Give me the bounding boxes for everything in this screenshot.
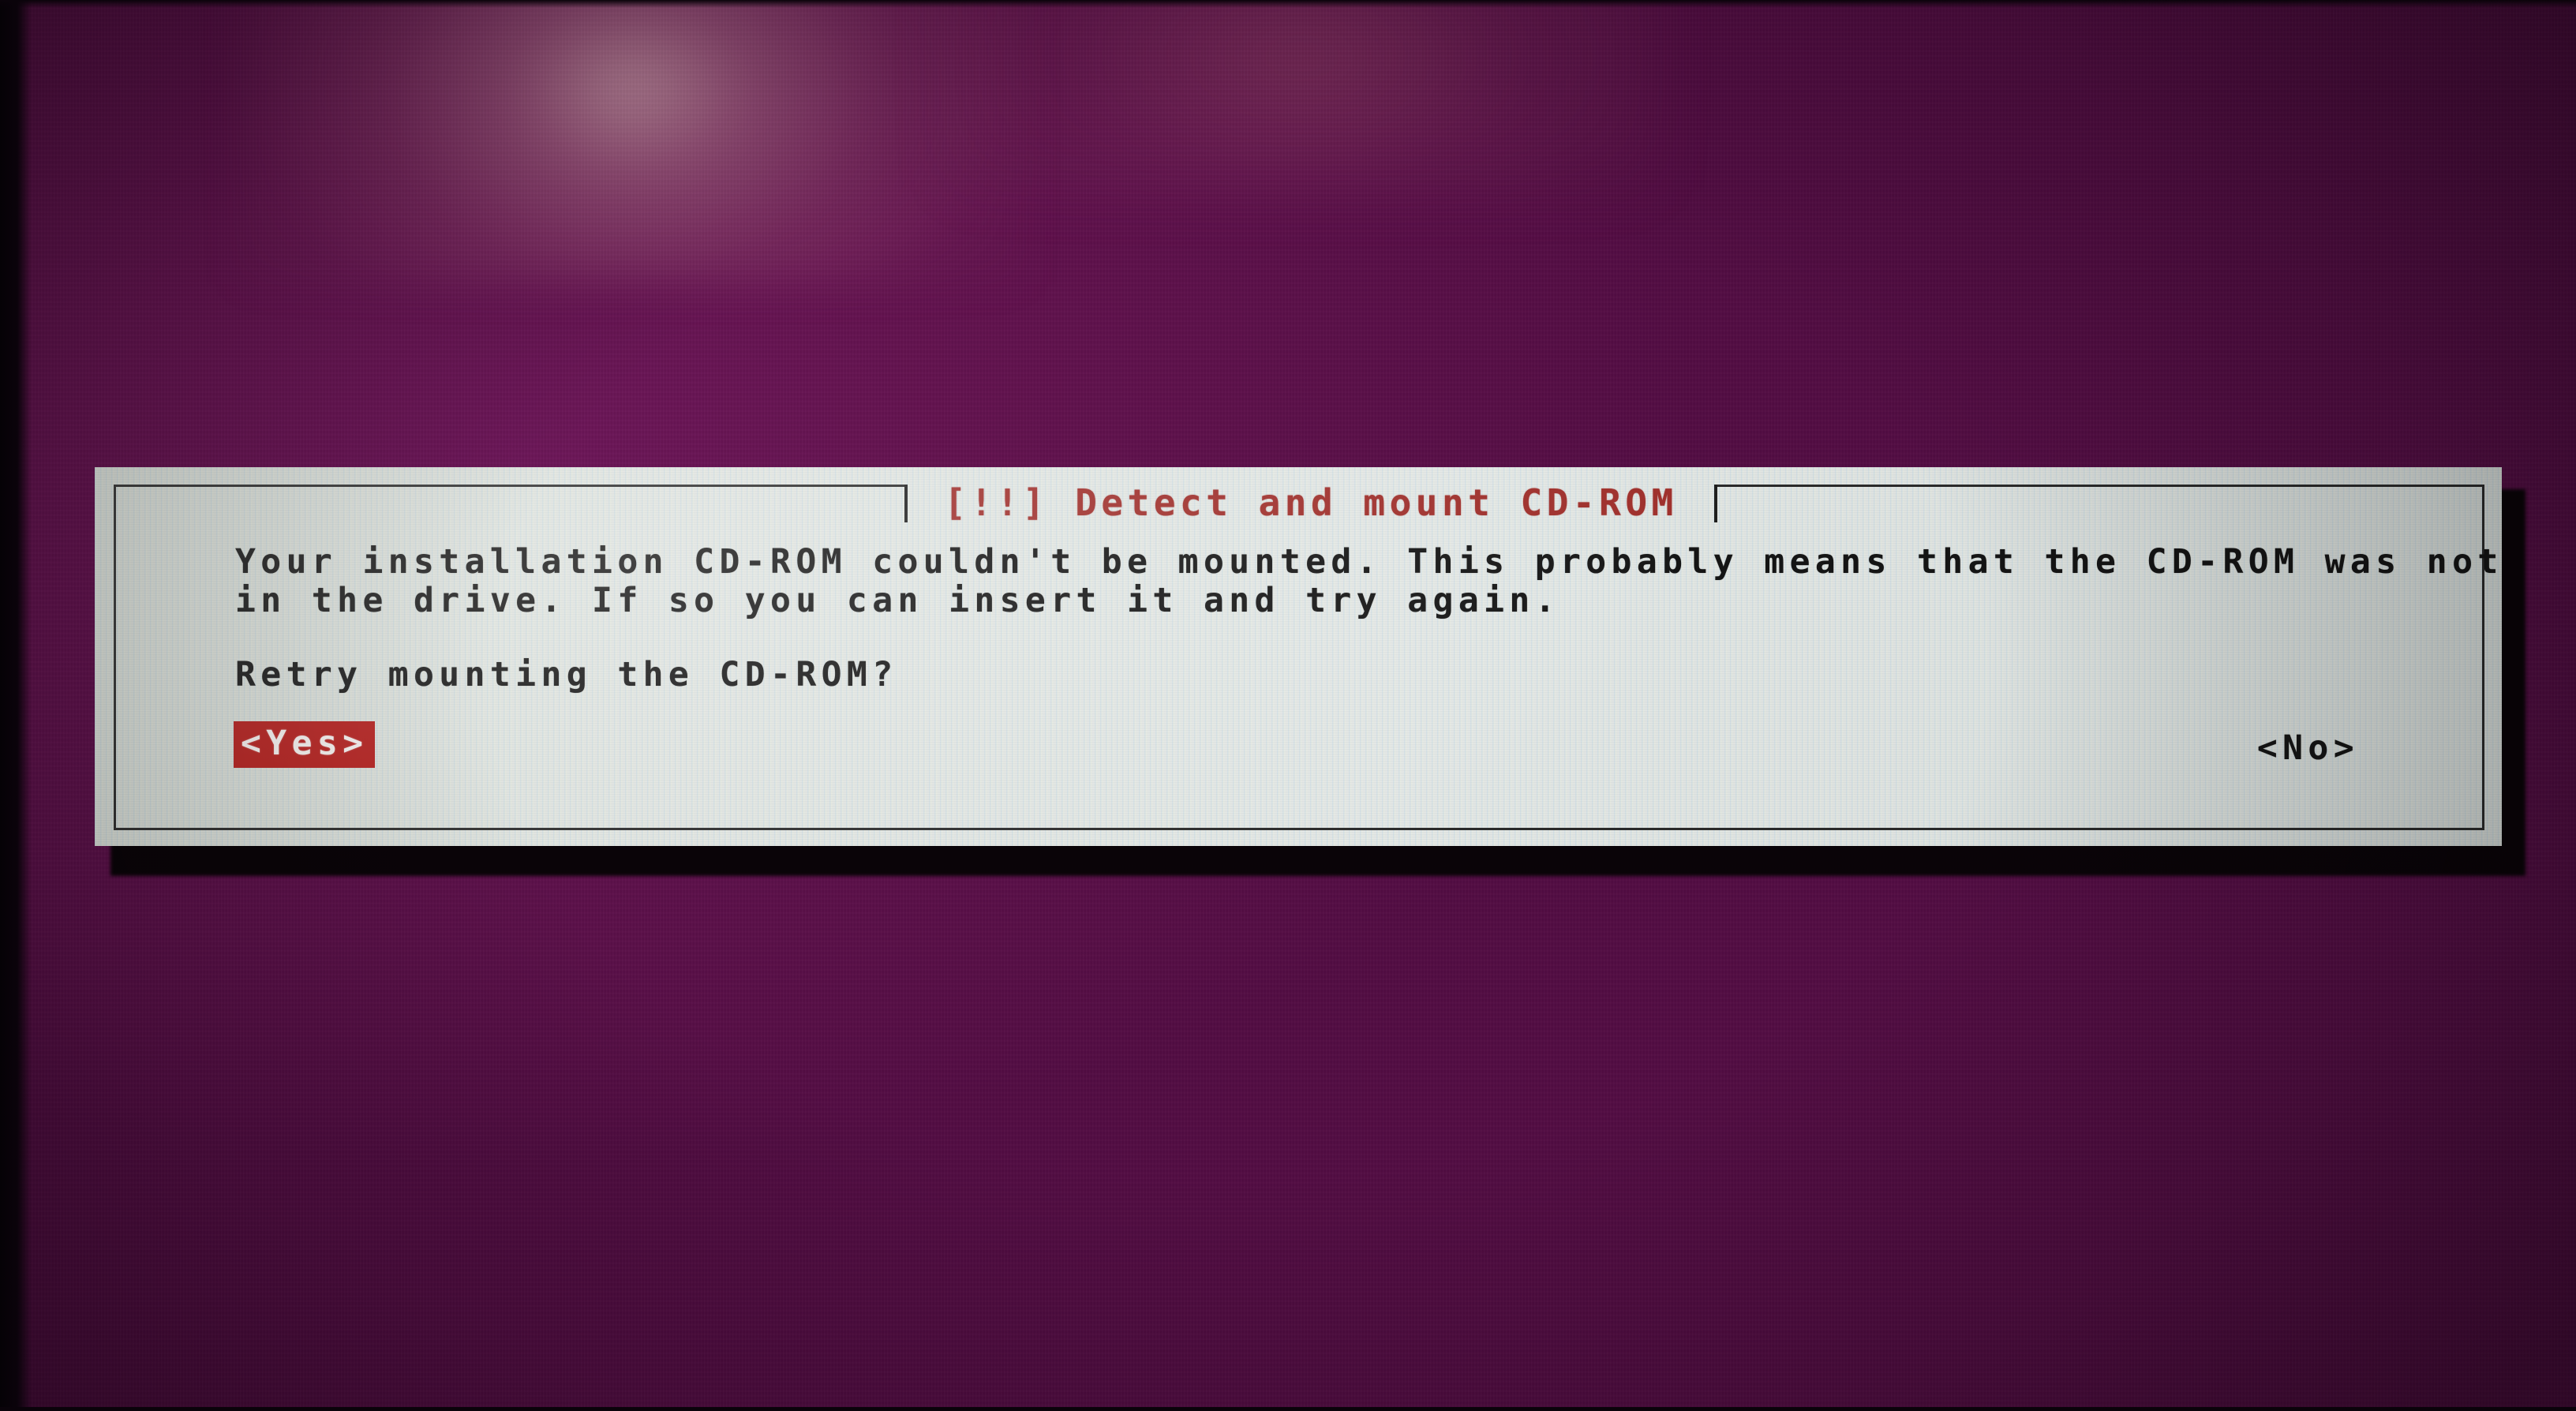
detect-cdrom-dialog: [!!] Detect and mount CD-ROM Your instal… [95, 467, 2502, 846]
no-button[interactable]: <No> [2250, 726, 2366, 773]
monitor-bezel-bottom [0, 1407, 2576, 1411]
installer-screen: [!!] Detect and mount CD-ROM Your instal… [0, 0, 2576, 1411]
dialog-question: Retry mounting the CD-ROM? [235, 655, 898, 694]
dialog-title-rule-right [1717, 485, 2483, 487]
keyboard-hint-bar: <Tab> moves; <Space> selects; <Enter> ac… [0, 1357, 2576, 1406]
dialog-title: [!!] Detect and mount CD-ROM [944, 481, 1678, 524]
dialog-message-line-1: Your installation CD-ROM couldn't be mou… [235, 542, 2502, 582]
dialog-message-line-2: in the drive. If so you can insert it an… [235, 581, 1560, 620]
monitor-bezel-left [0, 0, 32, 1411]
monitor-bezel-top [0, 0, 2576, 8]
yes-button[interactable]: <Yes> [234, 721, 376, 768]
dialog-title-rule-left [114, 485, 907, 487]
